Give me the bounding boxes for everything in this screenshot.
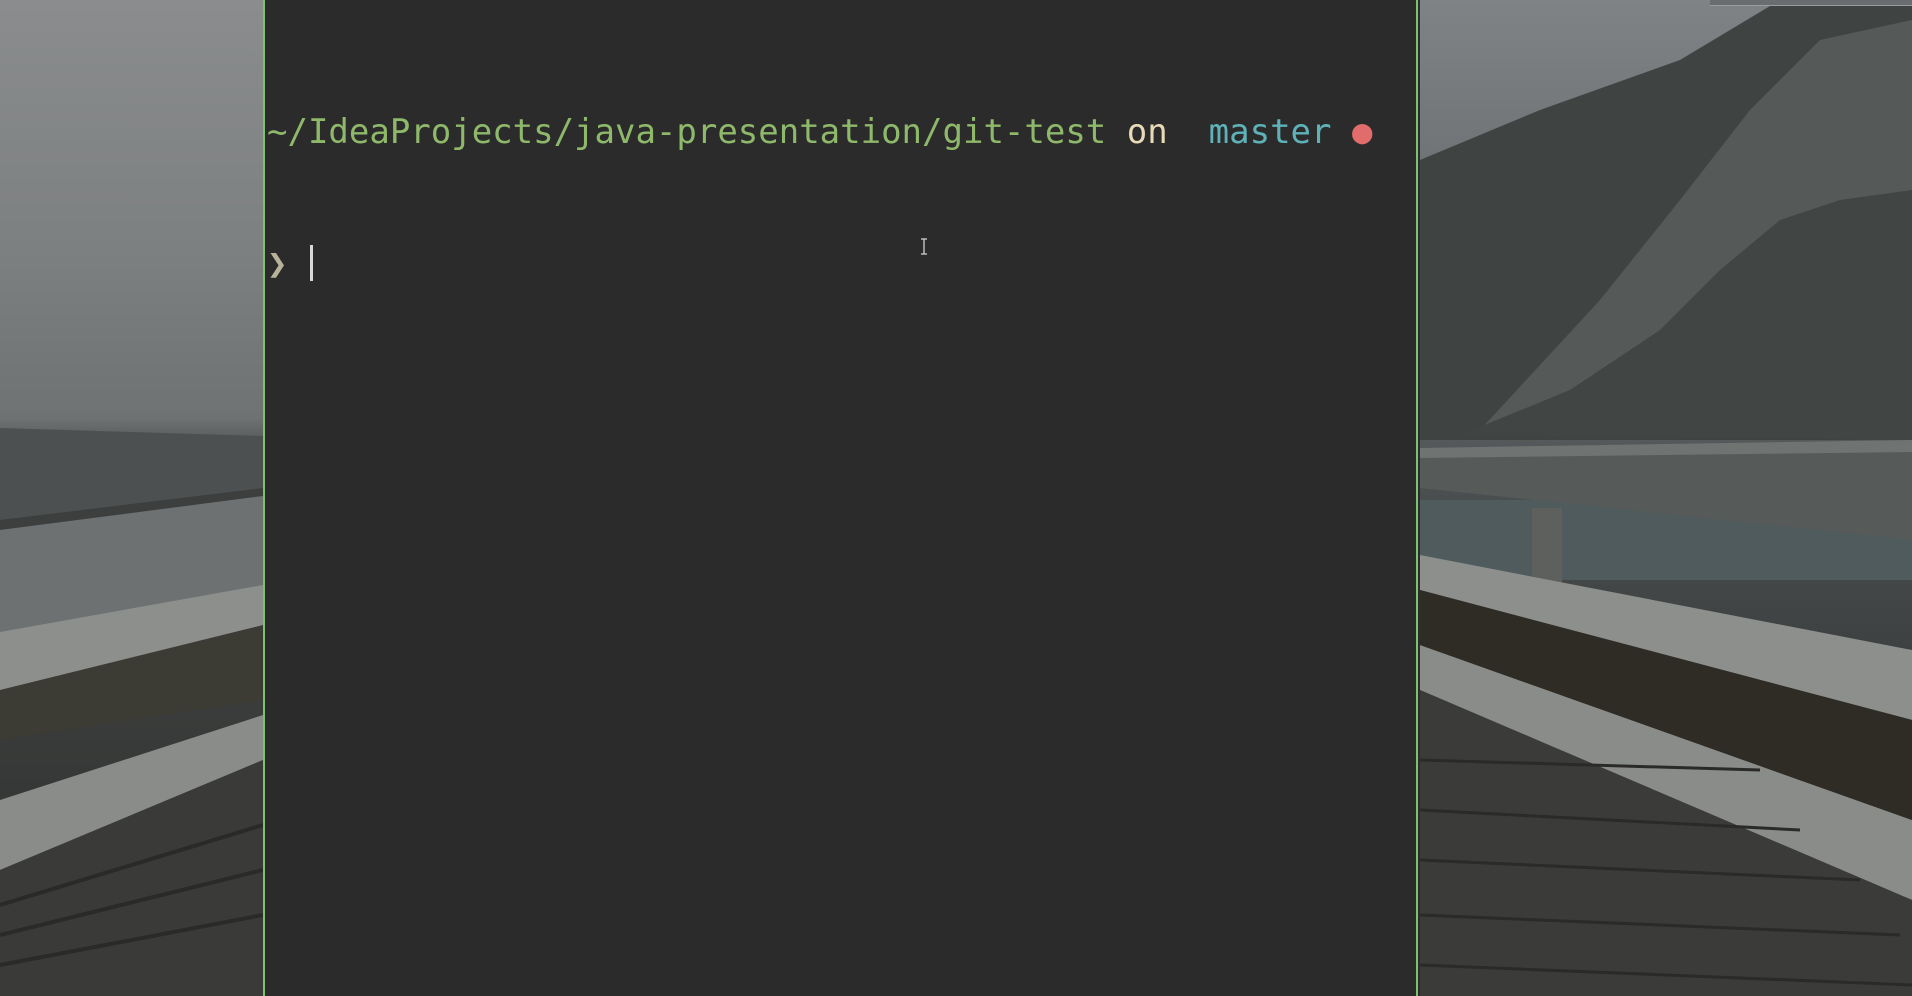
current-directory-path: ~/IdeaProjects/java-presentation/git-tes…: [267, 112, 1107, 152]
git-branch-name: master: [1208, 112, 1332, 152]
i-beam-cursor-icon: [921, 238, 927, 255]
top-right-scrollbar[interactable]: [1710, 0, 1912, 6]
on-label: on: [1126, 112, 1168, 152]
terminal-output[interactable]: ~/IdeaProjects/java-presentation/git-tes…: [267, 22, 1416, 374]
text-cursor: [309, 245, 313, 281]
prompt-info-line: ~/IdeaProjects/java-presentation/git-tes…: [267, 110, 1416, 154]
wallpaper-right: [1420, 0, 1912, 996]
terminal-window[interactable]: ~/IdeaProjects/java-presentation/git-tes…: [263, 0, 1418, 996]
prompt-input-line[interactable]: ❯: [267, 242, 1416, 286]
desktop: ~/IdeaProjects/java-presentation/git-tes…: [0, 0, 1912, 996]
wallpaper-left: [0, 0, 263, 996]
dirty-status-dot-icon: ●: [1351, 112, 1373, 152]
prompt-symbol: ❯: [267, 244, 288, 284]
